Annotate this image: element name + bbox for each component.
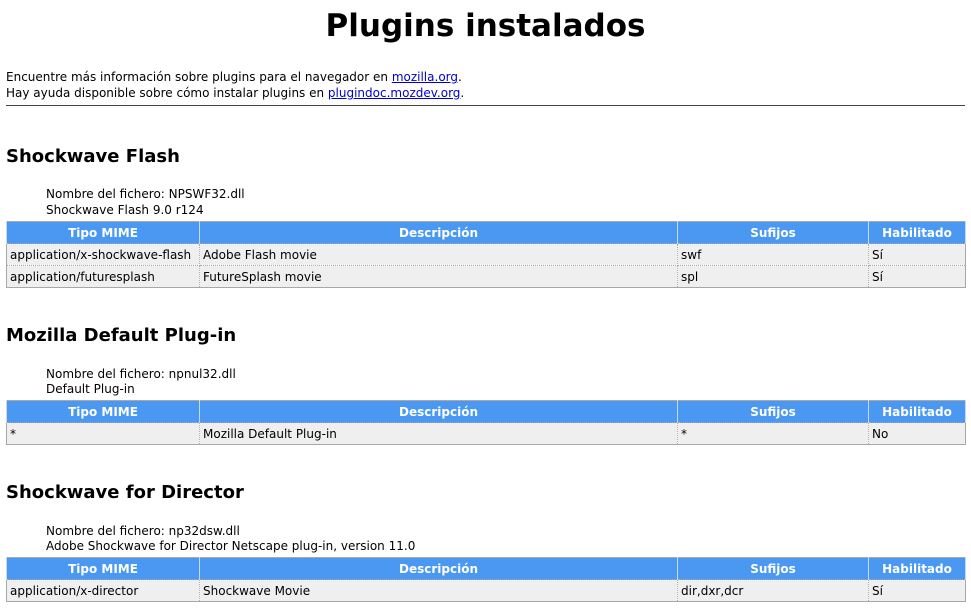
- cell-suffixes: swf: [677, 243, 869, 266]
- mime-table: Tipo MIME Descripción Sufijos Habilitado…: [6, 221, 966, 288]
- mime-table: Tipo MIME Descripción Sufijos Habilitado…: [6, 557, 966, 602]
- table-header-row: Tipo MIME Descripción Sufijos Habilitado: [6, 557, 966, 580]
- cell-enabled: No: [868, 422, 966, 445]
- column-header-mime: Tipo MIME: [6, 400, 200, 423]
- mime-table: Tipo MIME Descripción Sufijos Habilitado…: [6, 400, 966, 445]
- divider: [6, 105, 965, 106]
- cell-description: Shockwave Movie: [199, 579, 678, 602]
- table-row: application/futuresplash FutureSplash mo…: [6, 265, 966, 288]
- info-text: .: [458, 70, 462, 84]
- cell-mime: application/x-shockwave-flash: [6, 243, 200, 266]
- plugin-filename: Nombre del fichero: NPSWF32.dll: [46, 187, 245, 201]
- column-header-description: Descripción: [199, 400, 678, 423]
- plugin-description: Shockwave Flash 9.0 r124: [46, 203, 204, 217]
- plugindoc-link[interactable]: plugindoc.mozdev.org: [328, 86, 460, 100]
- info-text: Hay ayuda disponible sobre cómo instalar…: [6, 86, 328, 100]
- cell-mime: application/x-director: [6, 579, 200, 602]
- plugin-description: Adobe Shockwave for Director Netscape pl…: [46, 539, 416, 553]
- plugin-name: Shockwave Flash: [6, 146, 180, 167]
- column-header-description: Descripción: [199, 221, 678, 244]
- cell-mime: *: [6, 422, 200, 445]
- column-header-suffixes: Sufijos: [677, 400, 869, 423]
- column-header-mime: Tipo MIME: [6, 557, 200, 580]
- cell-enabled: Sí: [868, 579, 966, 602]
- page-title: Plugins instalados: [325, 8, 646, 44]
- mozilla-link[interactable]: mozilla.org: [392, 70, 458, 84]
- info-line-plugindoc: Hay ayuda disponible sobre cómo instalar…: [6, 86, 464, 101]
- plugin-filename: Nombre del fichero: np32dsw.dll: [46, 524, 240, 538]
- table-header-row: Tipo MIME Descripción Sufijos Habilitado: [6, 221, 966, 244]
- column-header-suffixes: Sufijos: [677, 557, 869, 580]
- cell-suffixes: dir,dxr,dcr: [677, 579, 869, 602]
- cell-description: FutureSplash movie: [199, 265, 678, 288]
- info-text: .: [460, 86, 465, 100]
- plugin-filename: Nombre del fichero: npnul32.dll: [46, 367, 236, 381]
- table-row: application/x-shockwave-flash Adobe Flas…: [6, 243, 966, 266]
- cell-enabled: Sí: [868, 243, 966, 266]
- column-header-description: Descripción: [199, 557, 678, 580]
- plugin-description: Default Plug-in: [46, 382, 135, 396]
- info-text: Encuentre más información sobre plugins …: [6, 70, 392, 84]
- cell-suffixes: *: [677, 422, 869, 445]
- cell-enabled: Sí: [868, 265, 966, 288]
- cell-suffixes: spl: [677, 265, 869, 288]
- table-row: * Mozilla Default Plug-in * No: [6, 422, 966, 445]
- column-header-enabled: Habilitado: [868, 557, 966, 580]
- cell-mime: application/futuresplash: [6, 265, 200, 288]
- column-header-enabled: Habilitado: [868, 221, 966, 244]
- cell-description: Adobe Flash movie: [199, 243, 678, 266]
- column-header-mime: Tipo MIME: [6, 221, 200, 244]
- column-header-enabled: Habilitado: [868, 400, 966, 423]
- plugin-name: Shockwave for Director: [6, 482, 244, 503]
- info-line-mozilla: Encuentre más información sobre plugins …: [6, 70, 462, 85]
- column-header-suffixes: Sufijos: [677, 221, 869, 244]
- table-header-row: Tipo MIME Descripción Sufijos Habilitado: [6, 400, 966, 423]
- table-row: application/x-director Shockwave Movie d…: [6, 579, 966, 602]
- cell-description: Mozilla Default Plug-in: [199, 422, 678, 445]
- plugin-name: Mozilla Default Plug-in: [6, 325, 237, 346]
